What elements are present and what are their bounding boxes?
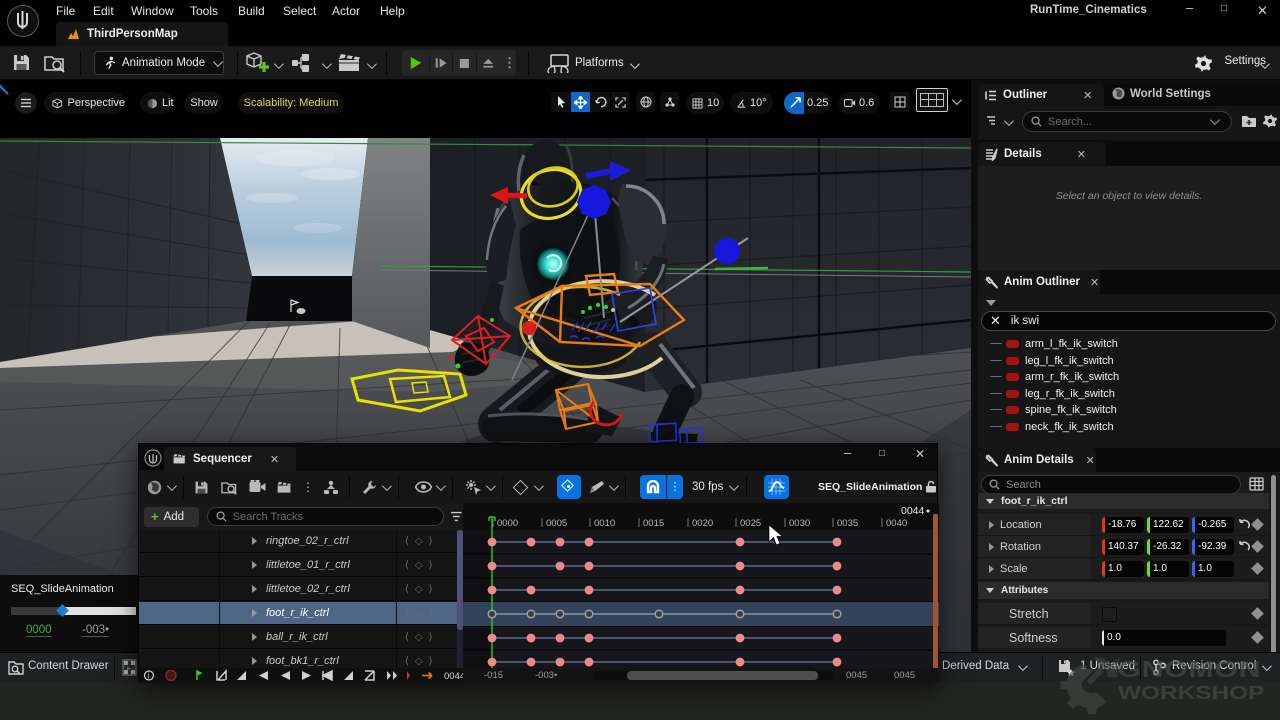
svg-text:0000: 0000 bbox=[497, 518, 518, 529]
svg-text:0005: 0005 bbox=[546, 518, 567, 529]
svg-text:0015: 0015 bbox=[643, 518, 664, 529]
svg-text:WORKSHOP: WORKSHOP bbox=[1118, 682, 1264, 703]
svg-text:0020: 0020 bbox=[692, 518, 713, 529]
svg-text:0025: 0025 bbox=[740, 518, 761, 529]
svg-text:0044: 0044 bbox=[444, 671, 463, 682]
svg-text:0010: 0010 bbox=[594, 518, 615, 529]
svg-text:0040: 0040 bbox=[886, 518, 907, 529]
svg-text:0030: 0030 bbox=[789, 518, 810, 529]
svg-text:i: i bbox=[148, 672, 150, 681]
svg-text:THE: THE bbox=[1112, 658, 1121, 673]
svg-text:0035: 0035 bbox=[837, 518, 858, 529]
svg-text:0044: 0044 bbox=[901, 505, 925, 517]
svg-text:GNOMON: GNOMON bbox=[1117, 657, 1261, 683]
